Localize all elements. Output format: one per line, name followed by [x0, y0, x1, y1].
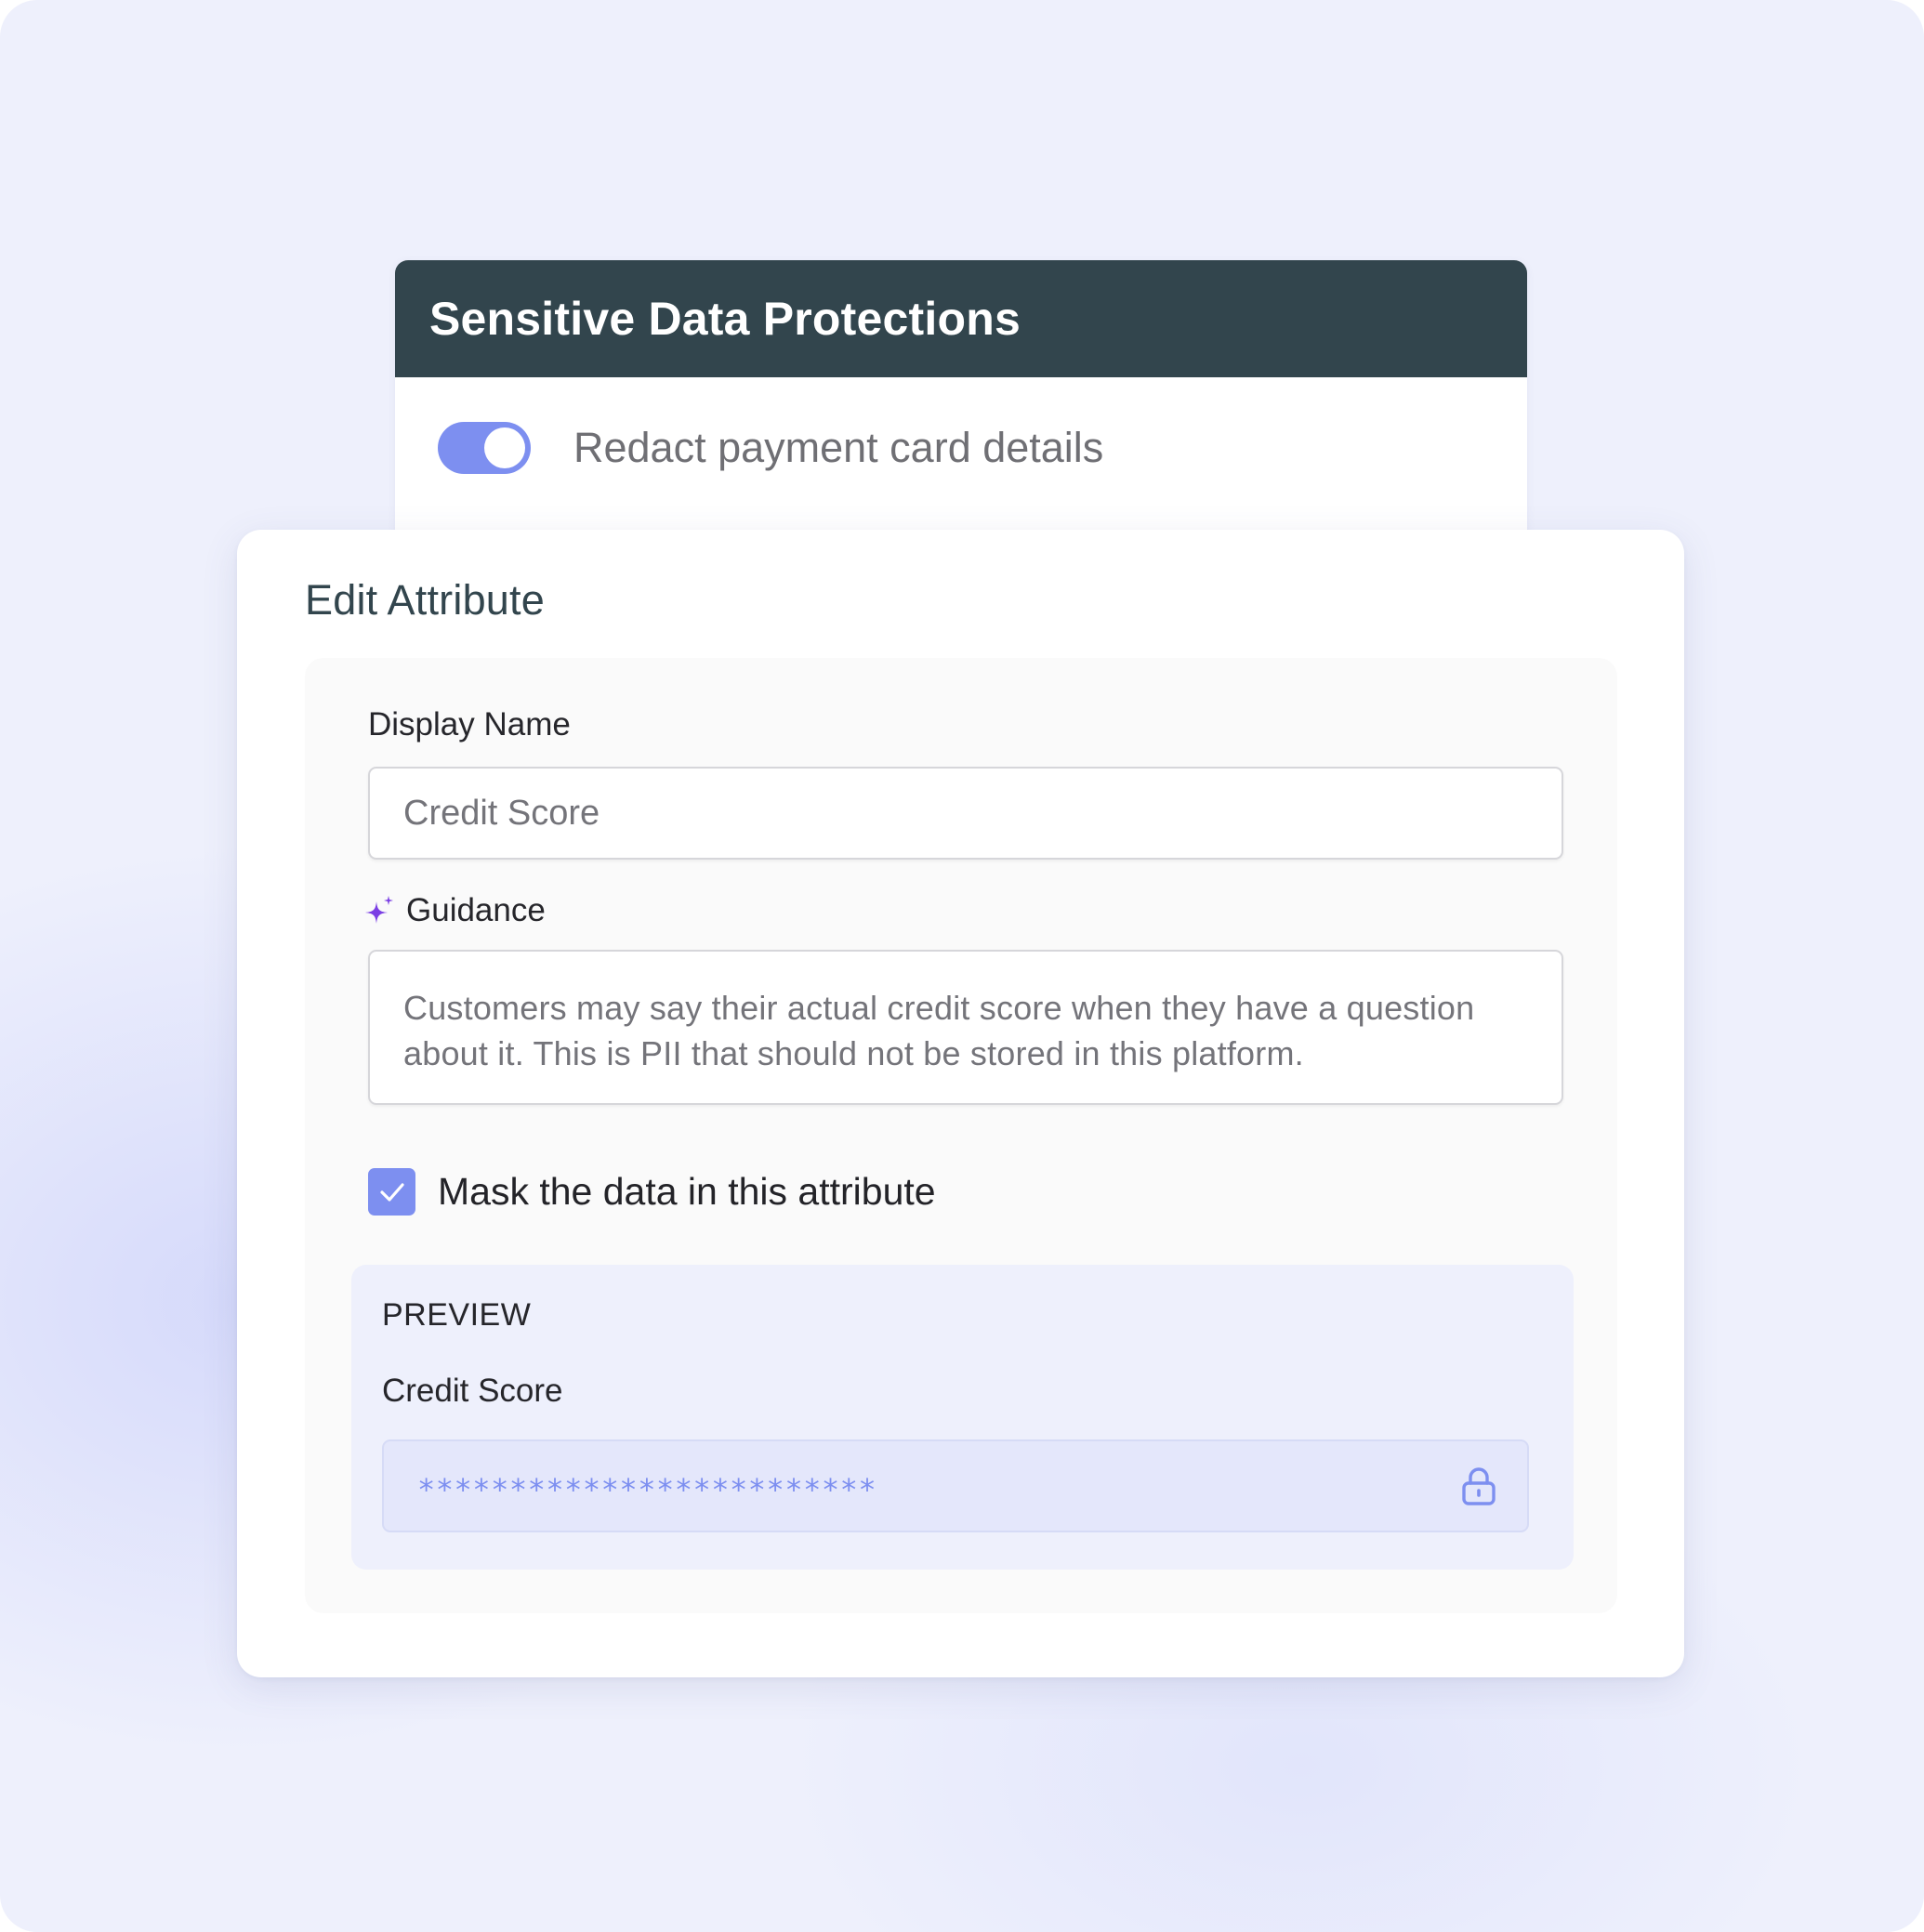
- display-name-input[interactable]: Credit Score: [368, 767, 1563, 860]
- masked-value: *************************: [417, 1472, 877, 1507]
- display-name-label: Display Name: [368, 706, 571, 743]
- preview-heading: PREVIEW: [382, 1297, 532, 1333]
- guidance-label: Guidance: [406, 892, 546, 928]
- mask-data-checkbox[interactable]: [368, 1168, 415, 1216]
- mask-data-row: Mask the data in this attribute: [368, 1168, 936, 1216]
- page-background: Sensitive Data Protections Redact paymen…: [0, 0, 1924, 1932]
- redact-payment-card-row: Redact payment card details: [395, 377, 1527, 519]
- mask-data-label: Mask the data in this attribute: [438, 1170, 936, 1213]
- checkmark-icon: [379, 1182, 404, 1202]
- sensitive-data-protections-title: Sensitive Data Protections: [429, 293, 1021, 345]
- display-name-value: Credit Score: [403, 793, 600, 833]
- edit-attribute-form: Display Name Credit Score Guidance Custo…: [305, 658, 1617, 1613]
- guidance-value: Customers may say their actual credit sc…: [403, 989, 1475, 1072]
- edit-attribute-dialog: Edit Attribute Display Name Credit Score…: [237, 530, 1684, 1677]
- preview-field-label: Credit Score: [382, 1373, 563, 1409]
- redact-payment-card-label: Redact payment card details: [573, 424, 1104, 471]
- preview-panel: PREVIEW Credit Score *******************…: [351, 1265, 1574, 1570]
- sparkle-icon: [365, 896, 393, 924]
- sensitive-data-protections-header: Sensitive Data Protections: [395, 260, 1527, 377]
- redact-payment-card-toggle[interactable]: [438, 422, 531, 474]
- sensitive-data-protections-card: Sensitive Data Protections Redact paymen…: [395, 260, 1527, 567]
- masked-preview-input: *************************: [382, 1439, 1529, 1532]
- guidance-label-row: Guidance: [363, 892, 546, 929]
- guidance-textarea[interactable]: Customers may say their actual credit sc…: [368, 950, 1563, 1105]
- lock-icon: [1462, 1467, 1496, 1505]
- toggle-knob: [484, 427, 525, 468]
- edit-attribute-title: Edit Attribute: [305, 576, 545, 624]
